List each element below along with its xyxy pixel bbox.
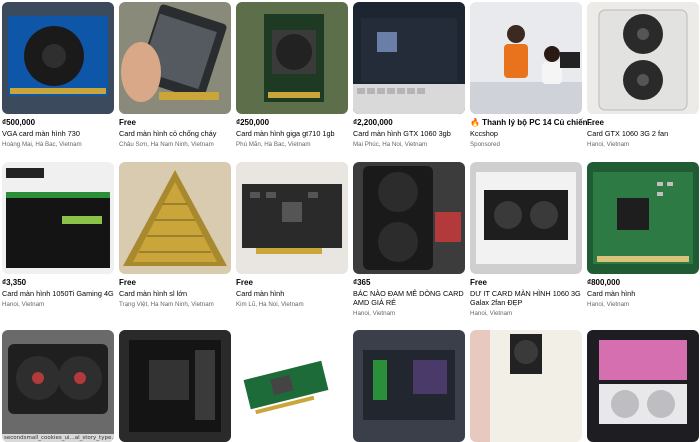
listing-card[interactable]: ₫500,000 VGA card màn hình 730 Hoàng Mai…: [2, 2, 114, 149]
listing-card[interactable]: ₫800,000 Card màn hình Hanoi, Vietnam: [587, 162, 699, 309]
listing-price: 🔥 Thanh lý bộ PC 14 Củ chiến...: [470, 118, 595, 127]
listing-card[interactable]: Free DƯ IT CARD MÀN HÌNH 1060 3G Galax 2…: [470, 162, 582, 318]
listing-thumbnail[interactable]: [119, 330, 231, 442]
listing-card[interactable]: secondsmall_cookies_ui...al_story_type..…: [2, 330, 114, 442]
listing-seller: Kccshop: [470, 129, 498, 138]
listing-price: Free: [587, 118, 604, 127]
listing-title: BÁC NÀO ĐAM MÊ DÒNG CARD AMD GIÁ RẺ: [353, 289, 464, 307]
listing-title: Card màn hình giga gt710 1gb: [236, 129, 335, 138]
listing-location: Châu Sơn, Ha Nam Ninh, Vietnam: [119, 141, 214, 148]
listing-card[interactable]: ₫250,000 Card màn hình giga gt710 1gb Ph…: [236, 2, 348, 149]
listing-price: ₫365: [353, 278, 371, 287]
listing-card[interactable]: Free Card màn hình cỏ chống cháy Châu Sơ…: [119, 2, 231, 149]
listing-location: Hanoi, Vietnam: [2, 301, 45, 308]
listing-card[interactable]: Free Card màn hình Kim Lũ, Ha Noi, Vietn…: [236, 162, 348, 309]
listing-thumbnail[interactable]: [236, 2, 348, 114]
listing-title: Card màn hình 1050Ti Gaming 4G: [2, 289, 114, 298]
listing-price: ₫2,200,000: [353, 118, 393, 127]
listing-thumbnail[interactable]: [236, 330, 348, 442]
listing-thumbnail[interactable]: secondsmall_cookies_ui...al_story_type..…: [2, 330, 114, 442]
listing-title: VGA card màn hình 730: [2, 129, 80, 138]
listing-location: Phú Mãn, Hà Bac, Vietnam: [236, 141, 311, 148]
listing-price: Free: [470, 278, 487, 287]
listing-card-sponsored[interactable]: 🔥 Thanh lý bộ PC 14 Củ chiến... Kccshop …: [470, 2, 595, 149]
image-caption: secondsmall_cookies_ui...al_story_type..…: [2, 434, 114, 442]
listing-location: Kim Lũ, Ha Noi, Vietnam: [236, 301, 304, 308]
listing-thumbnail[interactable]: [587, 2, 699, 114]
listing-location: Hanoi, Vietnam: [587, 301, 630, 308]
listing-thumbnail[interactable]: [353, 162, 465, 274]
listing-thumbnail[interactable]: [236, 162, 348, 274]
listing-thumbnail[interactable]: [2, 2, 114, 114]
listing-location: Hanoi, Vietnam: [470, 310, 513, 317]
listing-thumbnail[interactable]: [119, 2, 231, 114]
listing-card[interactable]: [470, 330, 582, 442]
listing-thumbnail[interactable]: [587, 162, 699, 274]
listing-price: ₫250,000: [236, 118, 270, 127]
listing-card[interactable]: Free Card màn hình sl lớn Trạng Việt, Ha…: [119, 162, 231, 309]
listing-title: Card màn hình: [236, 289, 285, 298]
listing-thumbnail[interactable]: [587, 330, 699, 442]
listing-price: ₫800,000: [587, 278, 621, 287]
listing-location: Mai Phúc, Ha Noi, Vietnam: [353, 141, 428, 148]
listing-location: Hoàng Mai, Hà Bac, Vietnam: [2, 141, 82, 148]
listing-card[interactable]: [119, 330, 231, 442]
listing-price: Free: [119, 118, 136, 127]
listing-thumbnail[interactable]: [2, 162, 114, 274]
listing-card[interactable]: [587, 330, 699, 442]
listing-title: Card màn hình cỏ chống cháy: [119, 129, 217, 138]
sponsored-label: Sponsored: [470, 141, 500, 148]
listing-price: ₫500,000: [2, 118, 36, 127]
marketplace-grid: ₫500,000 VGA card màn hình 730 Hoàng Mai…: [0, 0, 700, 442]
listing-title: Card màn hình sl lớn: [119, 289, 188, 298]
listing-thumbnail[interactable]: [353, 2, 465, 114]
listing-thumbnail[interactable]: [470, 162, 582, 274]
listing-price: Free: [119, 278, 136, 287]
listing-title: Card màn hình: [587, 289, 636, 298]
listing-title: Card GTX 1060 3G 2 fan: [587, 129, 669, 138]
listing-card[interactable]: [353, 330, 465, 442]
listing-card[interactable]: ₫2,200,000 Card màn hình GTX 1060 3gb Ma…: [353, 2, 465, 149]
listing-card[interactable]: ₫365 BÁC NÀO ĐAM MÊ DÒNG CARD AMD GIÁ RẺ…: [353, 162, 465, 318]
listing-price: ₫3,350: [2, 278, 27, 287]
listing-price: Free: [236, 278, 253, 287]
listing-title: Card màn hình GTX 1060 3gb: [353, 129, 451, 138]
listing-card[interactable]: Free Card GTX 1060 3G 2 fan Hanoi, Vietn…: [587, 2, 699, 149]
listing-card[interactable]: [236, 330, 348, 442]
listing-thumbnail[interactable]: [353, 330, 465, 442]
listing-thumbnail[interactable]: [470, 2, 582, 114]
listing-title: DƯ IT CARD MÀN HÌNH 1060 3G Galax 2fan Đ…: [470, 289, 581, 307]
listing-thumbnail[interactable]: [470, 330, 582, 442]
listing-location: Hanoi, Vietnam: [587, 141, 630, 148]
listing-location: Hanoi, Vietnam: [353, 310, 396, 317]
listing-thumbnail[interactable]: [119, 162, 231, 274]
listing-card[interactable]: ₫3,350 Card màn hình 1050Ti Gaming 4G Ha…: [2, 162, 114, 309]
listing-location: Trạng Việt, Ha Nam Ninh, Vietnam: [119, 301, 214, 308]
